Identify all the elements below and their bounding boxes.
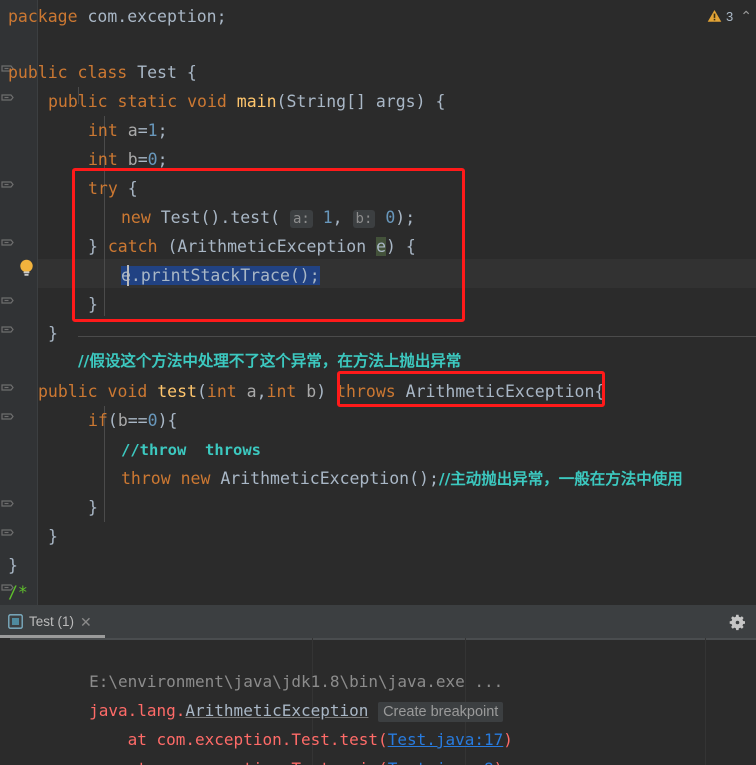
close-icon[interactable]: ✕	[80, 615, 92, 629]
console-output[interactable]: E:\environment\java\jdk1.8\bin\java.exe …	[0, 638, 756, 765]
keyword-public: public	[48, 92, 108, 111]
param-hint-a: a:	[289, 210, 313, 228]
run-tool-window[interactable]: Test (1) ✕ E:\environment\java\jdk1.8\bi…	[0, 605, 756, 765]
code-line-comment: //假设这个方法中处理不了这个异常，在方法上抛出异常	[0, 346, 756, 375]
throws-exception-type: ArithmeticException	[405, 382, 595, 401]
code-line: if(b==0){	[88, 411, 178, 430]
warning-count: 3	[726, 8, 734, 24]
keyword-public: public	[38, 382, 98, 401]
variable-b: b	[117, 411, 128, 430]
code-line: }	[48, 324, 58, 343]
settings-button[interactable]	[727, 612, 747, 632]
param-b: b	[306, 382, 317, 401]
package-name: com.exception;	[77, 7, 227, 26]
intellij-idea-window: package com.exception; public class Test…	[0, 0, 756, 765]
keyword-new: new	[121, 208, 151, 227]
console-line-stacktrace: at com.exception.Test.main(Test.java:8)	[0, 727, 756, 765]
method-name-main: main	[236, 92, 277, 111]
warning-triangle-icon	[707, 10, 722, 22]
param-string-args: String[] args	[286, 92, 416, 111]
gear-icon	[729, 614, 745, 630]
chinese-comment-1: //假设这个方法中处理不了这个异常，在方法上抛出异常	[78, 352, 462, 370]
keyword-int: int	[88, 150, 118, 169]
variable-e: e	[376, 237, 387, 256]
code-line: }	[88, 498, 98, 517]
code-line: public void test(int a,int b) throws Ari…	[38, 382, 605, 401]
inspection-widget[interactable]: 3 ⌃	[707, 4, 752, 28]
block-comment-open: /*	[8, 583, 28, 602]
literal-0: 0	[147, 150, 158, 169]
keyword-throws: throws	[336, 382, 396, 401]
keyword-int: int	[206, 382, 237, 401]
code-line: public static void main(String[] args) {	[48, 92, 446, 111]
comment-throw-throws: //throw throws	[121, 441, 261, 459]
code-line: } catch (ArithmeticException e) {	[88, 237, 416, 256]
keyword-class: class	[77, 63, 128, 82]
method-name-test: test	[157, 382, 197, 401]
code-line: }	[88, 295, 98, 314]
code-line-comment: //throw throws	[0, 435, 756, 464]
console-line: java.lang.ArithmeticException Create bre…	[0, 669, 756, 722]
method-call-test: test	[230, 208, 271, 227]
code-line: throw new ArithmeticException();//主动抛出异常…	[121, 469, 683, 488]
code-line: public class Test {	[8, 63, 197, 82]
code-line: try {	[88, 179, 138, 198]
exception-constructor: ArithmeticException	[220, 469, 410, 488]
chinese-comment-2: //主动抛出异常，一般在方法中使用	[438, 470, 683, 488]
code-line: int b=0;	[88, 150, 168, 169]
keyword-new: new	[180, 469, 211, 488]
code-line: }	[48, 527, 58, 546]
code-line: package com.exception;	[0, 2, 756, 31]
exception-type: ArithmeticException	[177, 237, 367, 256]
code-editor[interactable]: package com.exception; public class Test…	[0, 0, 756, 605]
keyword-int: int	[88, 121, 118, 140]
console-line: E:\environment\java\jdk1.8\bin\java.exe …	[0, 640, 756, 691]
keyword-try: try	[88, 179, 118, 198]
run-config-icon	[8, 614, 23, 629]
class-name-test: Test	[137, 63, 177, 82]
stack-frame-paren: )	[494, 759, 504, 765]
code-line-selected[interactable]: e.printStackTrace();	[0, 261, 756, 290]
source-link[interactable]: Test.java:8	[388, 759, 494, 765]
keyword-throw: throw	[121, 469, 171, 488]
stack-frame-text: at com.exception.Test.main(	[89, 759, 388, 765]
keyword-int: int	[266, 382, 297, 401]
keyword-public: public	[8, 63, 68, 82]
param-hint-b: b:	[352, 210, 376, 228]
selected-statement: e.printStackTrace();	[121, 266, 320, 285]
variable-a: a	[127, 121, 138, 140]
param-a: a	[246, 382, 257, 401]
variable-b: b	[127, 150, 138, 169]
text-caret	[127, 265, 129, 286]
keyword-static: static	[117, 92, 178, 111]
keyword-catch: catch	[107, 237, 158, 256]
keyword-void: void	[187, 92, 227, 111]
console-line-stacktrace: at com.exception.Test.test(Test.java:17)	[0, 698, 756, 749]
code-line: int a=1;	[88, 121, 168, 140]
keyword-void: void	[107, 382, 148, 401]
chevron-up-icon[interactable]: ⌃	[737, 8, 752, 25]
code-line: new Test().test( a: 1, b: 0);	[121, 208, 416, 228]
code-line: }	[8, 556, 18, 575]
code-content[interactable]: package com.exception; public class Test…	[0, 0, 756, 605]
literal-1: 1	[147, 121, 158, 140]
code-line-comment: /*	[0, 578, 756, 605]
tab-label: Test (1)	[29, 614, 75, 629]
literal-0: 0	[147, 411, 158, 430]
tab-test-run[interactable]: Test (1) ✕	[0, 605, 101, 638]
run-tab-bar[interactable]: Test (1) ✕	[0, 605, 756, 638]
class-ref-test: Test	[160, 208, 201, 227]
keyword-if: if	[88, 411, 108, 430]
keyword-package: package	[8, 7, 78, 26]
